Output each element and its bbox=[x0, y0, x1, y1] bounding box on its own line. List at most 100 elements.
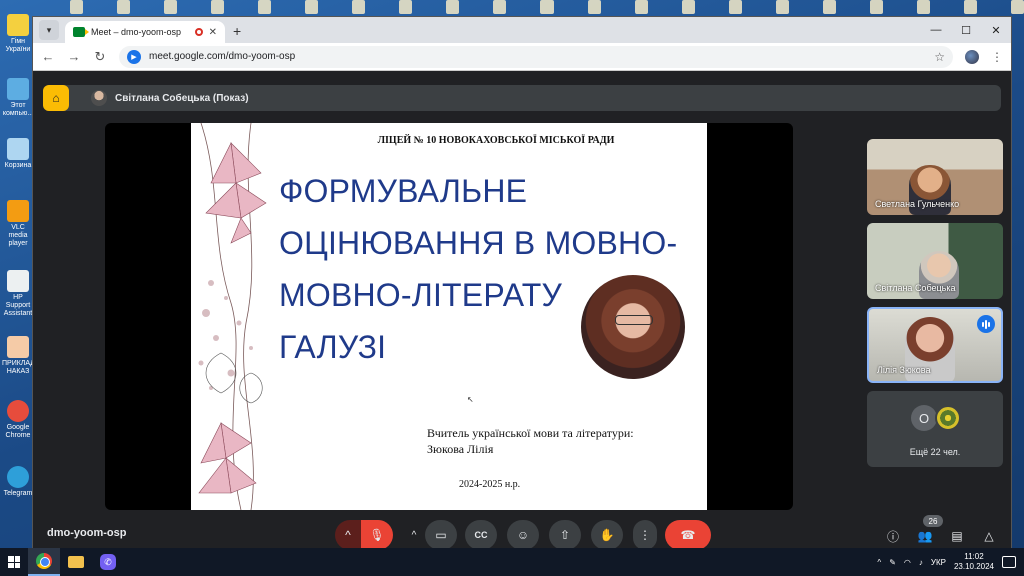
participant-tile[interactable]: Светлана Гульченко bbox=[867, 139, 1003, 215]
meeting-info-button[interactable]: ⓘ bbox=[883, 527, 903, 545]
captions-button[interactable]: CC bbox=[465, 520, 497, 550]
minimize-button[interactable]: — bbox=[921, 17, 951, 43]
captions-icon: CC bbox=[474, 530, 488, 540]
desktop-icon-label: Этот компью... bbox=[2, 102, 34, 117]
windows-logo-icon bbox=[8, 556, 20, 568]
taskbar-viber[interactable]: ✆ bbox=[92, 548, 124, 576]
more-options-button[interactable]: ⋮ bbox=[633, 520, 657, 550]
shared-slide: ЛІЦЕЙ № 10 НОВОКАХОВСЬКОЇ МІСЬКОЇ РАДИ Ф… bbox=[191, 123, 707, 510]
meeting-code: dmo-yoom-osp bbox=[47, 527, 127, 539]
browser-menu-button[interactable]: ⋮ bbox=[991, 50, 1003, 64]
chat-icon: ▤ bbox=[951, 529, 963, 543]
presentation-header: Світлана Собецька (Показ) bbox=[43, 85, 1001, 111]
computer-icon bbox=[7, 78, 29, 100]
pen-icon[interactable]: ✎ bbox=[889, 558, 896, 567]
mouse-cursor-icon: ↖ bbox=[467, 395, 474, 404]
wifi-icon[interactable]: ◠ bbox=[904, 558, 911, 567]
desktop-icon-computer[interactable]: Этот компью... bbox=[2, 78, 34, 118]
folder-icon bbox=[68, 556, 84, 568]
speaker-face bbox=[581, 275, 685, 379]
tab-meet[interactable]: Meet – dmo-yoom-osp ✕ bbox=[65, 21, 225, 43]
close-window-button[interactable]: ✕ bbox=[981, 17, 1011, 43]
slide-speaker-video bbox=[565, 265, 693, 391]
chrome-icon bbox=[36, 553, 52, 569]
shapes-icon: △ bbox=[984, 529, 994, 543]
participant-count-badge: 26 bbox=[923, 515, 943, 527]
slide-year: 2024-2025 н.р. bbox=[459, 479, 521, 490]
taskbar-explorer[interactable] bbox=[60, 548, 92, 576]
participant-tile-speaking[interactable]: Лілія Зюкова bbox=[867, 307, 1003, 383]
desktop-icon-column: Гімн України Этот компью... Корзина VLC … bbox=[0, 0, 34, 548]
mic-off-icon: 🎙 bbox=[369, 528, 385, 542]
tab-title: Meet – dmo-yoom-osp bbox=[91, 27, 182, 37]
tab-search-button[interactable]: ▾ bbox=[39, 20, 59, 40]
chat-button[interactable]: ▤ bbox=[947, 527, 967, 545]
notification-icon[interactable] bbox=[1002, 556, 1016, 568]
audio-options-button[interactable]: ^ bbox=[335, 520, 361, 550]
desktop-icon-vlc[interactable]: VLC media player bbox=[2, 200, 34, 248]
presenter-avatar bbox=[91, 90, 107, 106]
participant-avatar bbox=[935, 405, 961, 431]
video-options-button[interactable]: ^ bbox=[403, 520, 425, 550]
desktop-icon-label: HP Support Assistant bbox=[3, 294, 33, 317]
site-info-icon[interactable]: ▶ bbox=[127, 49, 141, 64]
taskbar-chrome[interactable] bbox=[28, 548, 60, 576]
address-bar: ← → ↻ ▶ meet.google.com/dmo-yoom-osp ☆ ⋮ bbox=[33, 43, 1011, 71]
participant-avatar: О bbox=[911, 405, 937, 431]
new-tab-button[interactable]: + bbox=[233, 23, 241, 39]
maximize-button[interactable]: ☐ bbox=[951, 17, 981, 43]
desktop-icon-anthem[interactable]: Гімн України bbox=[2, 14, 34, 54]
document-icon bbox=[7, 270, 29, 292]
hand-icon: ✋ bbox=[599, 528, 615, 542]
tray-overflow-button[interactable]: ^ bbox=[877, 558, 881, 567]
chevron-down-icon: ▾ bbox=[46, 24, 52, 35]
tab-bar: ▾ Meet – dmo-yoom-osp ✕ + — ☐ ✕ bbox=[33, 17, 1011, 43]
camera-icon: ▭ bbox=[435, 528, 447, 542]
reactions-button[interactable]: ☺ bbox=[507, 520, 539, 550]
url-input[interactable]: ▶ meet.google.com/dmo-yoom-osp ☆ bbox=[119, 45, 953, 68]
info-icon: ⓘ bbox=[886, 529, 899, 544]
desktop-icon-hp-support[interactable]: HP Support Assistant bbox=[2, 270, 34, 318]
leave-call-button[interactable]: ☎ bbox=[665, 520, 711, 550]
participant-name: Лілія Зюкова bbox=[877, 365, 931, 375]
lily-decoration-icon bbox=[198, 123, 267, 510]
flag-icon bbox=[7, 14, 29, 36]
reload-button[interactable]: ↻ bbox=[93, 49, 107, 65]
activities-button[interactable]: △ bbox=[979, 527, 999, 545]
participant-tile[interactable]: Світлана Собецька bbox=[867, 223, 1003, 299]
desktop-icon-telegram[interactable]: Telegram bbox=[2, 466, 34, 498]
profile-avatar[interactable] bbox=[965, 49, 979, 64]
back-button[interactable]: ← bbox=[41, 49, 55, 64]
google-meet-icon bbox=[73, 27, 89, 37]
microphone-button[interactable]: 🎙 bbox=[361, 520, 393, 550]
recycle-bin-icon bbox=[7, 138, 29, 160]
presentation-icon[interactable]: ⌂ bbox=[43, 85, 69, 111]
more-participants-tile[interactable]: О Ещё 22 чел. bbox=[867, 391, 1003, 467]
tab-close-button[interactable]: ✕ bbox=[209, 27, 217, 38]
desktop-icon-order[interactable]: ПРИКЛАД НАКАЗ bbox=[2, 336, 34, 376]
start-button[interactable] bbox=[0, 548, 28, 576]
desktop-icon-recycle-bin[interactable]: Корзина bbox=[2, 138, 34, 170]
meet-app: Світлана Собецька (Показ) ⌂ ЛІЦЕЙ № 10 Н… bbox=[33, 71, 1011, 550]
bookmark-star-icon[interactable]: ☆ bbox=[934, 50, 945, 64]
clock[interactable]: 11:02 23.10.2024 bbox=[954, 552, 994, 572]
volume-icon[interactable]: ♪ bbox=[919, 558, 923, 567]
presentation-stage: ЛІЦЕЙ № 10 НОВОКАХОВСЬКОЇ МІСЬКОЇ РАДИ Ф… bbox=[105, 123, 793, 510]
desktop-icon-label: Telegram bbox=[3, 490, 33, 497]
speaking-indicator-icon bbox=[977, 315, 995, 333]
desktop-icon-label: ПРИКЛАД НАКАЗ bbox=[2, 360, 34, 375]
slide-school-name: ЛІЦЕЙ № 10 НОВОКАХОВСЬКОЇ МІСЬКОЇ РАДИ bbox=[377, 135, 615, 146]
telegram-icon bbox=[7, 466, 29, 488]
desktop-icon-label: VLC media player bbox=[8, 224, 28, 247]
people-button[interactable]: 👥 bbox=[915, 527, 935, 545]
browser-window: ▾ Meet – dmo-yoom-osp ✕ + — ☐ ✕ ← → ↻ ▶ … bbox=[32, 16, 1012, 550]
camera-button[interactable]: ▭ bbox=[425, 520, 457, 550]
present-button[interactable]: ⇧ bbox=[549, 520, 581, 550]
forward-button[interactable]: → bbox=[67, 49, 81, 64]
slide-teacher-name: Зюкова Лілія bbox=[427, 442, 494, 456]
clock-time: 11:02 bbox=[964, 552, 984, 561]
language-indicator[interactable]: УКР bbox=[931, 558, 946, 567]
desktop-icon-chrome[interactable]: Google Chrome bbox=[2, 400, 34, 440]
windows-taskbar: ✆ ^ ✎ ◠ ♪ УКР 11:02 23.10.2024 bbox=[0, 548, 1024, 576]
raise-hand-button[interactable]: ✋ bbox=[591, 520, 623, 550]
